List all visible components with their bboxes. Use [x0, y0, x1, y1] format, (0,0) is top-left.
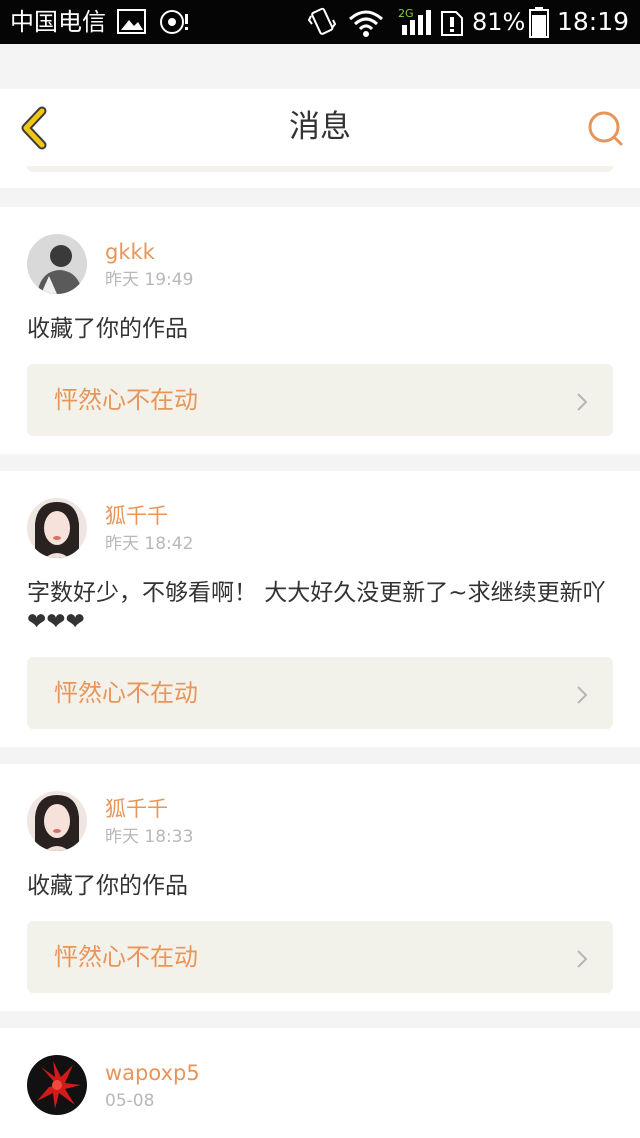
vibrate-icon [308, 7, 336, 35]
avatar[interactable] [27, 1055, 87, 1115]
work-title: 怦然心不在动 [54, 386, 198, 414]
chevron-right-icon [577, 950, 588, 968]
work-link[interactable]: 怦然心不在动 [27, 921, 613, 993]
message-content: 收藏了你的作品 [27, 316, 188, 342]
search-button[interactable] [582, 108, 630, 150]
message-card: gkkk 昨天 19:49 收藏了你的作品 怦然心不在动 [0, 207, 640, 454]
timestamp: 05-08 [105, 1091, 155, 1111]
user-avatar-image [27, 498, 87, 558]
timestamp: 昨天 19:49 [105, 270, 194, 290]
search-icon [588, 111, 623, 146]
message-card: 狐千千 昨天 18:33 收藏了你的作品 怦然心不在动 [0, 764, 640, 1011]
message-content: 收藏了你的作品 [27, 873, 188, 899]
chevron-left-icon [21, 106, 47, 150]
sim-alert-icon [441, 11, 463, 36]
username[interactable]: wapoxp5 [105, 1060, 200, 1086]
work-title: 怦然心不在动 [54, 943, 198, 971]
avatar[interactable] [27, 498, 87, 558]
battery-percent: 81% [472, 8, 526, 36]
work-title: 怦然心不在动 [54, 679, 198, 707]
work-link[interactable]: 怦然心不在动 [27, 364, 613, 436]
avatar[interactable] [27, 234, 87, 294]
chevron-right-icon [577, 686, 588, 704]
battery-icon [529, 7, 549, 38]
status-spacer [0, 44, 640, 89]
message-card: wapoxp5 05-08 [0, 1028, 640, 1138]
user-avatar-image [27, 234, 87, 294]
clock: 18:19 [557, 7, 630, 36]
gallery-notification-icon [117, 9, 146, 34]
avatar[interactable] [27, 791, 87, 851]
username[interactable]: 狐千千 [105, 503, 168, 529]
wifi-icon [349, 10, 383, 37]
message-content: 字数好少，不够看啊！ 大大好久没更新了~求继续更新吖❤❤❤ [27, 580, 606, 635]
username[interactable]: gkkk [105, 239, 155, 265]
username[interactable]: 狐千千 [105, 796, 168, 822]
partial-work-box [27, 166, 613, 172]
user-avatar-image [27, 791, 87, 851]
work-link[interactable]: 怦然心不在动 [27, 657, 613, 729]
timestamp: 昨天 18:42 [105, 534, 194, 554]
timestamp: 昨天 18:33 [105, 827, 194, 847]
carrier-label: 中国电信 [10, 8, 106, 36]
signal-icon [402, 10, 431, 35]
chevron-right-icon [577, 393, 588, 411]
message-card: 狐千千 昨天 18:42 字数好少，不够看啊！ 大大好久没更新了~求继续更新吖❤… [0, 471, 640, 747]
partial-message-card [0, 166, 640, 188]
user-avatar-image [27, 1055, 87, 1115]
status-bar: 中国电信 2G 81% 18:19 [0, 0, 640, 44]
page-title: 消息 [289, 109, 351, 145]
nav-header: 消息 [0, 89, 640, 167]
back-button[interactable] [14, 105, 58, 151]
media-notification-icon [160, 10, 188, 34]
